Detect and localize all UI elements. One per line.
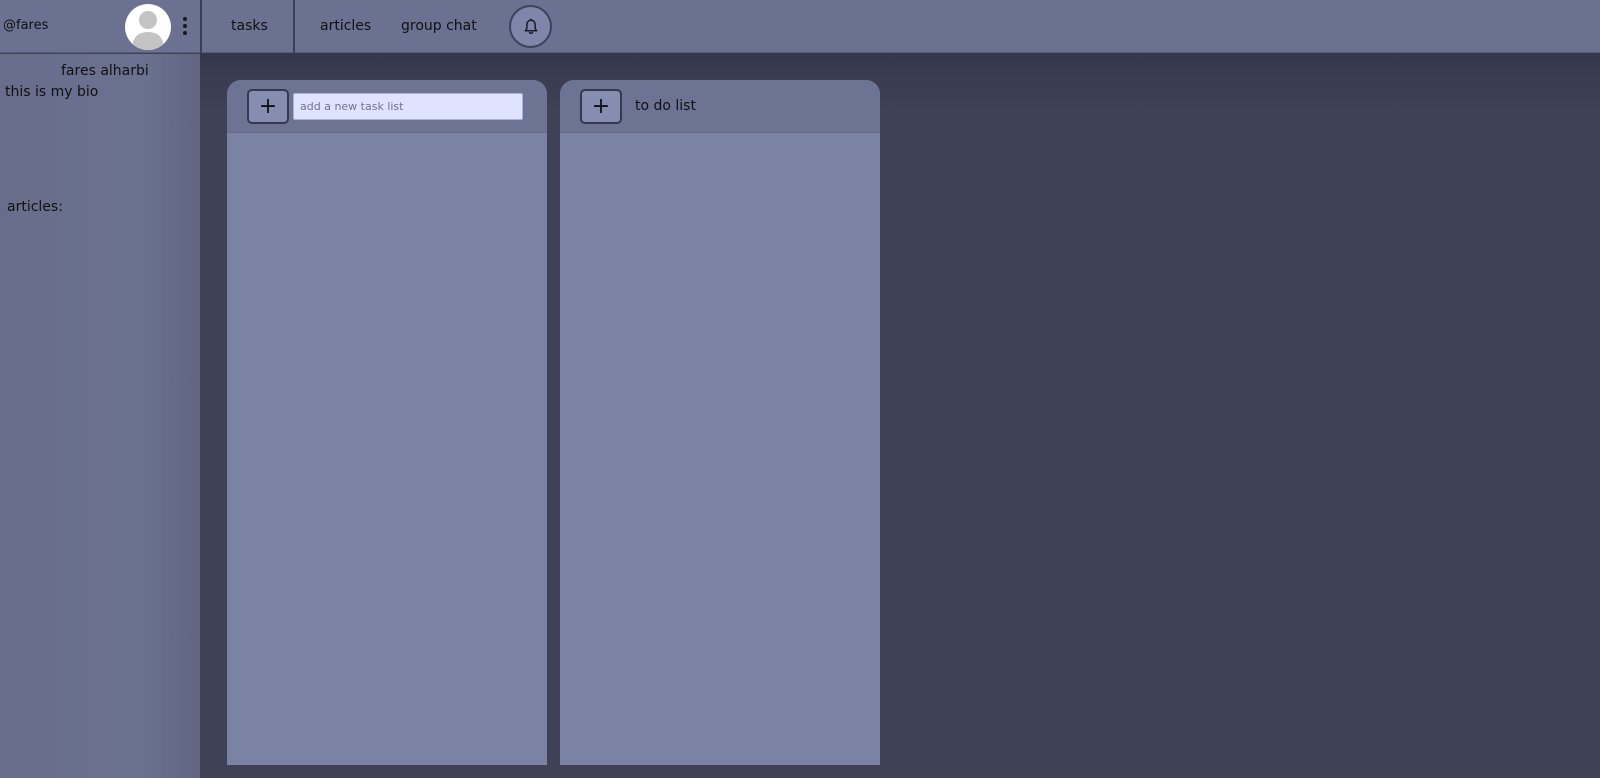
nav-group-chat[interactable]: group chat <box>401 18 477 34</box>
add-task-button[interactable]: + <box>580 89 622 124</box>
profile-bio: this is my bio <box>5 84 99 100</box>
profile-full-name: fares alharbi <box>61 63 149 79</box>
username: @fares <box>3 18 49 33</box>
nav-articles[interactable]: articles <box>320 18 371 34</box>
panel-header: + to do list <box>560 80 880 133</box>
top-bar: @fares tasks articles group chat <box>0 0 1600 53</box>
new-task-list-input[interactable] <box>293 93 523 120</box>
avatar-icon[interactable] <box>125 4 171 50</box>
add-task-list-button[interactable]: + <box>247 89 289 124</box>
notifications-button[interactable] <box>509 5 552 48</box>
nav-tasks[interactable]: tasks <box>231 18 268 34</box>
task-list-title: to do list <box>635 98 696 114</box>
articles-label: articles: <box>7 199 63 215</box>
nav-divider <box>200 0 202 53</box>
nav-divider <box>293 0 295 53</box>
more-vertical-icon[interactable] <box>178 14 192 38</box>
new-task-list-panel: + <box>227 80 547 765</box>
bell-icon <box>524 18 537 34</box>
todo-list-panel: + to do list <box>560 80 880 765</box>
panel-header: + <box>227 80 547 133</box>
profile-sidebar: fares alharbi this is my bio articles: <box>0 54 200 778</box>
